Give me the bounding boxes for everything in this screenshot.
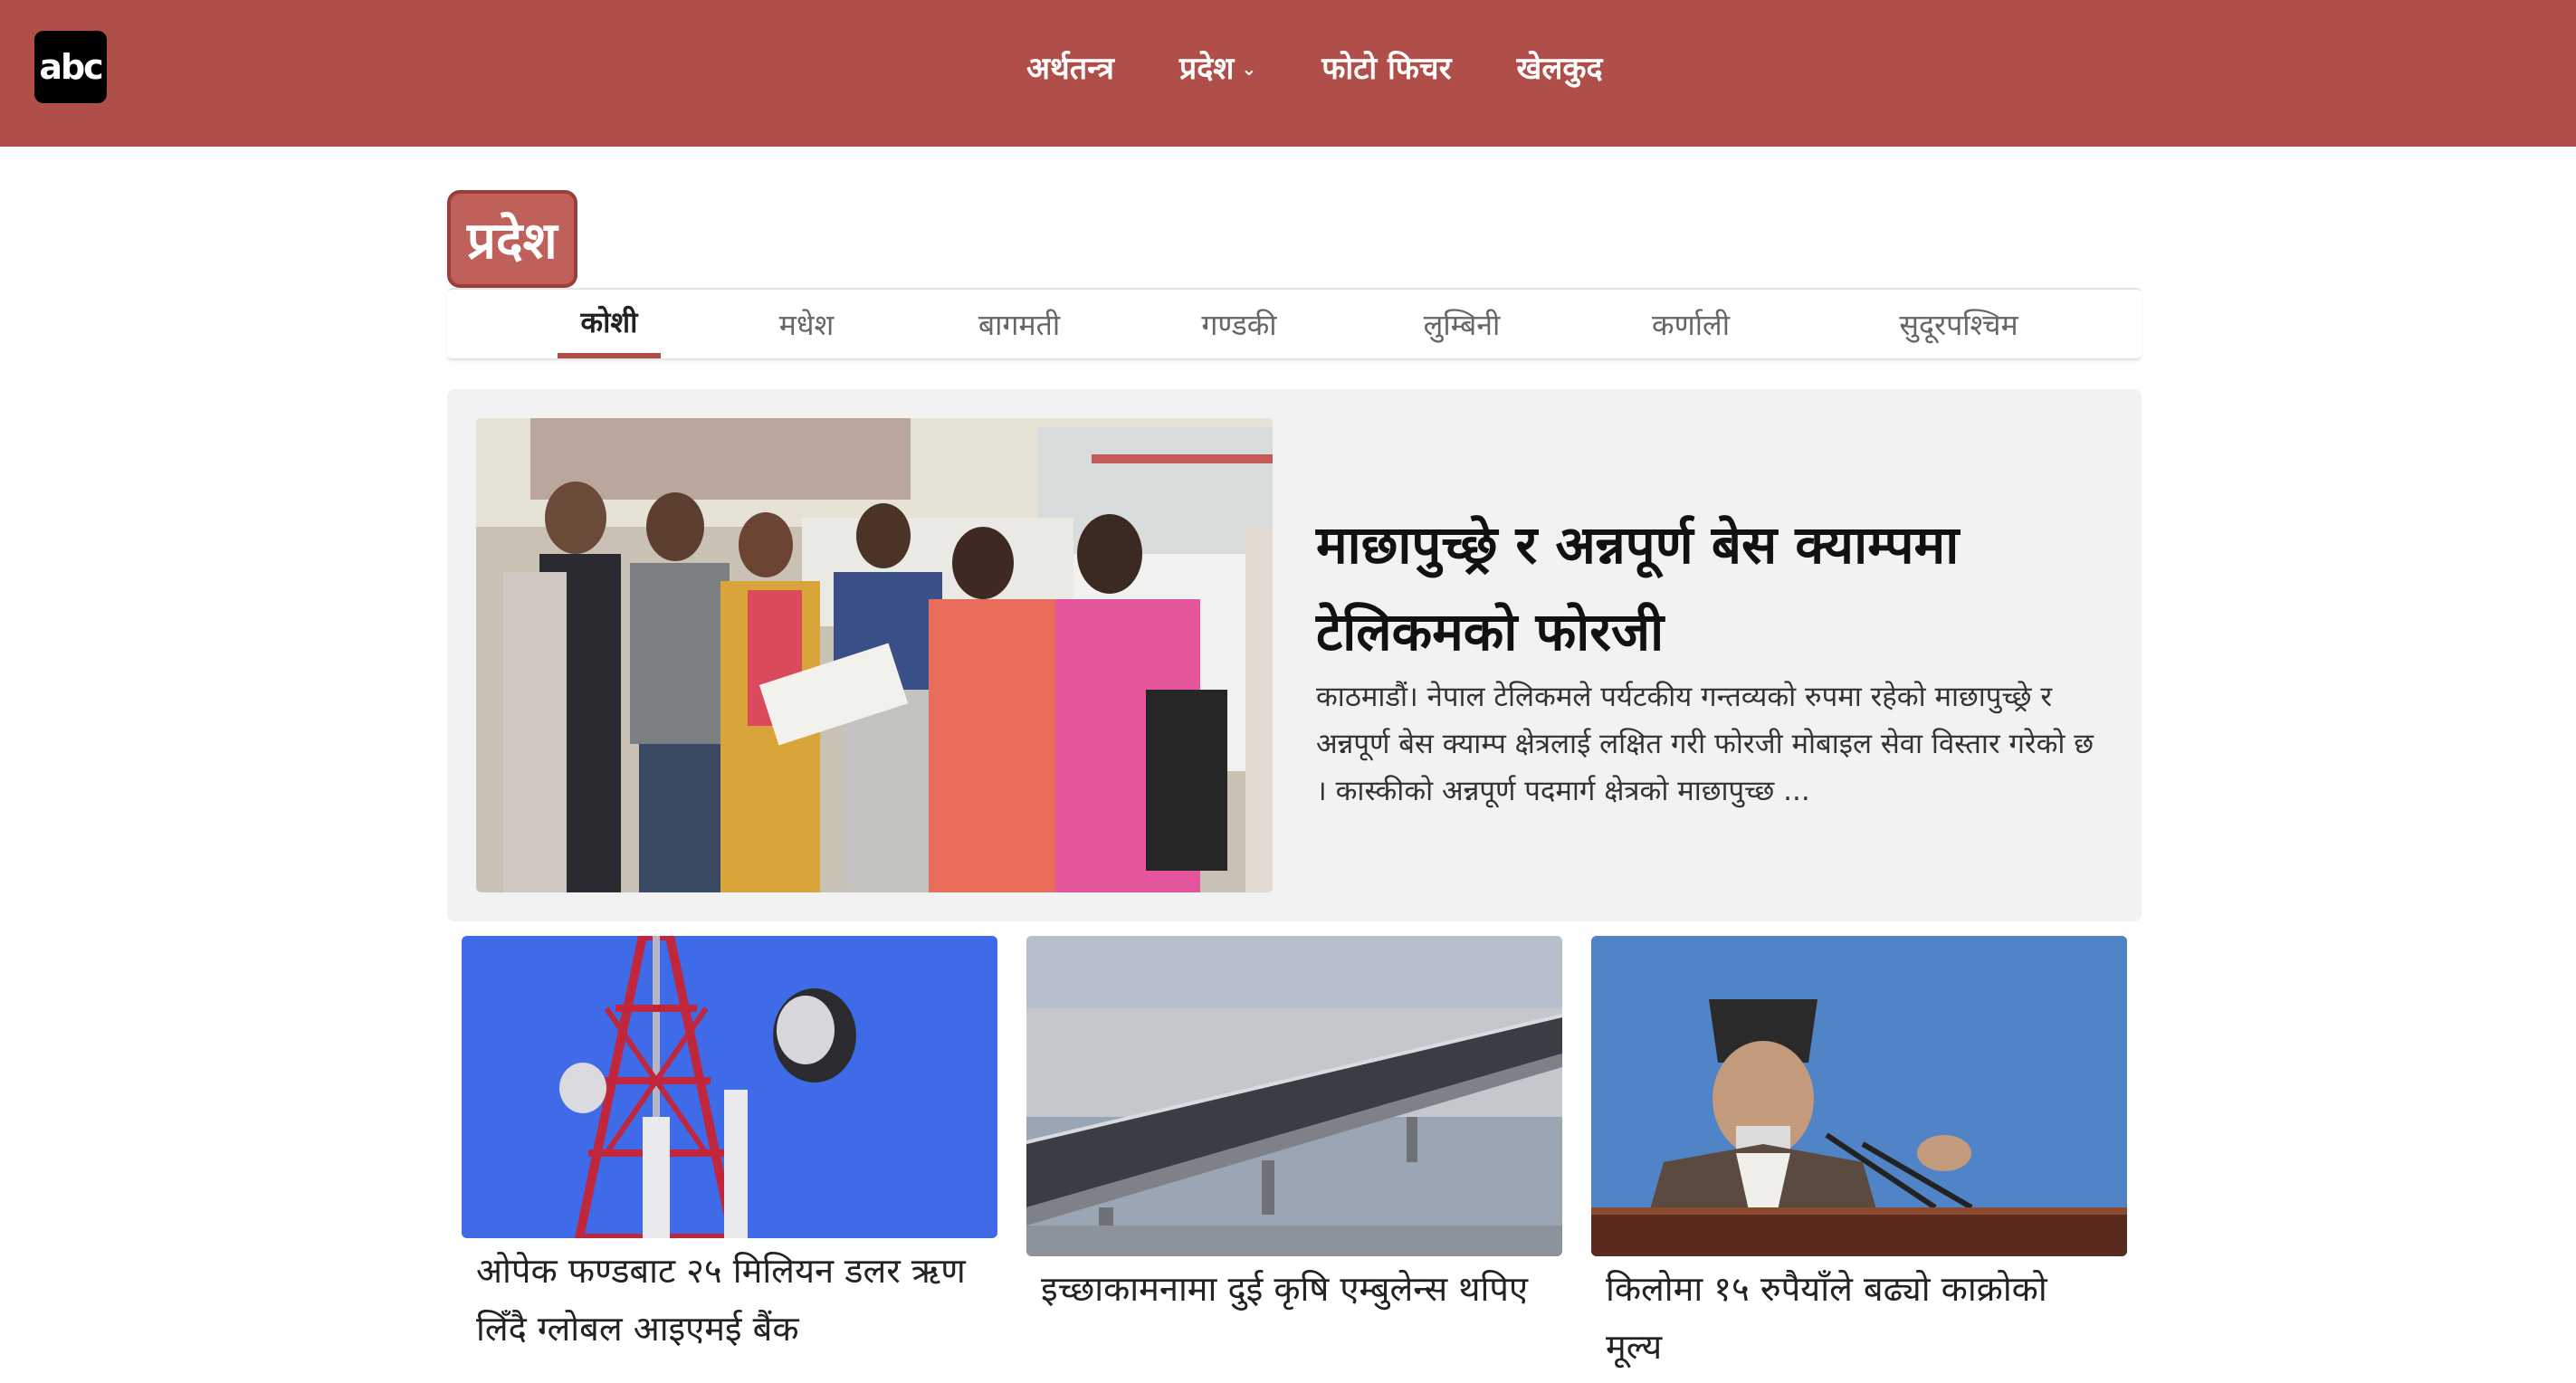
logo-text: abc — [36, 33, 105, 101]
featured-title[interactable]: माछापुच्छ्रे र अन्नपूर्ण बेस क्याम्पमा ट… — [1316, 501, 2113, 675]
nav-item-sports[interactable]: खेलकुद — [1517, 46, 1603, 88]
tab-madhesh[interactable]: मधेश — [766, 290, 847, 358]
nav-label: अर्थतन्त्र — [1026, 51, 1114, 87]
province-tabs: कोशी मधेश बागमती गण्डकी लुम्बिनी कर्णाली… — [447, 288, 2142, 360]
news-card[interactable]: किलोमा १५ रुपैयाँले बढ्यो काक्रोको मूल्य — [1591, 936, 2127, 1376]
featured-story[interactable]: माछापुच्छ्रे र अन्नपूर्ण बेस क्याम्पमा ट… — [447, 389, 2142, 921]
nav-item-photo-feature[interactable]: फोटो फिचर — [1321, 46, 1451, 88]
card-image[interactable] — [1026, 936, 1562, 1256]
card-title[interactable]: इच्छाकामनामा दुई कृषि एम्बुलेन्स थपिए — [1026, 1260, 1562, 1318]
card-title[interactable]: ओपेक फण्डबाट २५ मिलियन डलर ऋण लिँदै ग्लो… — [462, 1242, 997, 1358]
tab-sudurpaschim[interactable]: सुदूरपश्चिम — [1886, 290, 2031, 358]
site-logo[interactable]: abc — [34, 31, 107, 103]
tab-bagmati[interactable]: बागमती — [965, 290, 1073, 358]
telecom-tower-photo — [462, 936, 997, 1238]
top-navigation-bar: abc अर्थतन्त्र प्रदेश ⌄ फोटो फिचर खेलकुद — [0, 0, 2576, 147]
tab-karnali[interactable]: कर्णाली — [1638, 290, 1743, 358]
tab-gandaki[interactable]: गण्डकी — [1189, 290, 1289, 358]
card-image[interactable] — [1591, 936, 2127, 1256]
nav-label: खेलकुद — [1516, 51, 1603, 87]
card-title[interactable]: किलोमा १५ रुपैयाँले बढ्यो काक्रोको मूल्य — [1591, 1260, 2127, 1376]
featured-excerpt: काठमाडौं। नेपाल टेलिकमले पर्यटकीय गन्तव्… — [1316, 681, 2094, 807]
news-card[interactable]: इच्छाकामनामा दुई कृषि एम्बुलेन्स थपिए — [1026, 936, 1562, 1318]
news-card[interactable]: ओपेक फण्डबाट २५ मिलियन डलर ऋण लिँदै ग्लो… — [462, 936, 997, 1358]
featured-photo — [476, 418, 1273, 892]
featured-image[interactable] — [476, 418, 1273, 892]
nav-label: फोटो फिचर — [1321, 51, 1452, 87]
section-title: प्रदेश — [447, 190, 577, 288]
nav-item-economy[interactable]: अर्थतन्त्र — [1026, 46, 1114, 88]
main-nav: अर्थतन्त्र प्रदेश ⌄ फोटो फिचर खेलकुद — [1026, 40, 1668, 94]
chevron-down-icon: ⌄ — [1241, 58, 1257, 80]
bridge-photo — [1026, 936, 1562, 1256]
nav-item-province[interactable]: प्रदेश ⌄ — [1179, 46, 1256, 88]
card-image[interactable] — [462, 936, 997, 1238]
speaker-photo — [1591, 936, 2127, 1256]
tab-lumbini[interactable]: लुम्बिनी — [1412, 290, 1512, 358]
tab-koshi[interactable]: कोशी — [558, 290, 661, 358]
nav-label: प्रदेश — [1178, 51, 1235, 87]
